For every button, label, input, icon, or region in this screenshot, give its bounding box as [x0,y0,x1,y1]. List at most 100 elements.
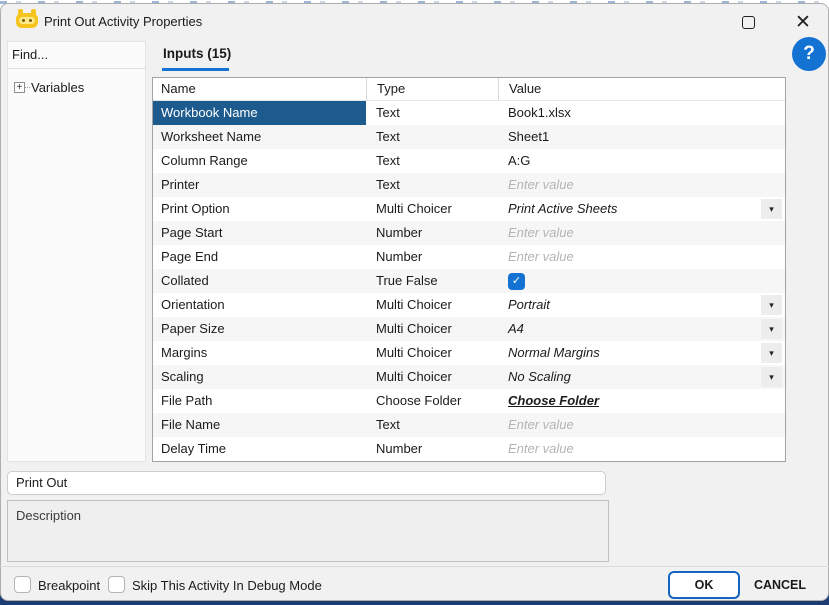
dropdown-button[interactable]: ▾ [761,319,782,339]
table-row[interactable]: Collated True False ✓ [153,269,785,293]
property-name-cell[interactable]: Workbook Name [153,101,366,125]
property-name-cell[interactable]: Print Option [153,197,366,221]
table-row[interactable]: Worksheet Name Text Sheet1 [153,125,785,149]
table-body: Workbook Name Text Book1.xlsx Worksheet Nam… [153,101,785,461]
property-type-cell: Text [376,129,400,144]
table-row[interactable]: Column Range Text A:G [153,149,785,173]
value-placeholder: Enter value [508,417,574,432]
property-value-cell[interactable]: Enter value [498,413,785,437]
property-name-cell[interactable]: Margins [153,341,366,365]
table-row[interactable]: Printer Text Enter value [153,173,785,197]
close-button[interactable]: ✕ [789,9,817,35]
variables-label: Variables [31,79,85,95]
table-row[interactable]: Margins Multi Choicer Normal Margins ▾ [153,341,785,365]
table-row[interactable]: Delay Time Number Enter value [153,437,785,461]
maximize-button[interactable] [735,11,761,33]
dropdown-button[interactable]: ▾ [761,295,782,315]
property-value-cell[interactable]: Enter value [498,173,785,197]
dropdown-button[interactable]: ▾ [761,367,782,387]
property-value-cell[interactable]: A:G [498,149,785,173]
property-type-cell: Number [376,225,423,240]
property-name-cell[interactable]: Scaling [153,365,366,389]
choose-folder-link[interactable]: Choose Folder [508,389,599,413]
properties-table: Name Type Value Workbook Name Text Book1.x… [152,77,786,462]
property-value-cell[interactable]: Sheet1 [498,125,785,149]
find-divider [8,68,145,69]
property-type-cell: Multi Choicer [376,345,452,360]
table-row[interactable]: File Path Choose Folder Choose Folder [153,389,785,413]
property-type-cell: Number [376,249,423,264]
table-header: Name Type Value [153,78,785,101]
value-placeholder: Enter value [508,441,574,456]
property-type-cell: Choose Folder [376,393,462,408]
description-textarea[interactable]: Description [7,500,609,562]
expand-plus-icon[interactable]: + [14,81,25,93]
property-type-cell: Text [376,177,400,192]
property-type-cell: True False [376,273,438,288]
value-placeholder: Enter value [508,249,574,264]
property-name-cell[interactable]: Printer [153,173,366,197]
property-type-cell: Text [376,105,400,120]
table-row[interactable]: Workbook Name Text Book1.xlsx [153,101,785,125]
breakpoint-checkbox[interactable] [14,576,31,593]
activity-name-input[interactable]: Print Out [7,471,606,495]
dropdown-button[interactable]: ▾ [761,199,782,219]
property-value-cell[interactable]: Normal Margins ▾ [498,341,785,365]
table-row[interactable]: Page Start Number Enter value [153,221,785,245]
property-type-cell: Multi Choicer [376,201,452,216]
table-row[interactable]: Print Option Multi Choicer Print Active Sh… [153,197,785,221]
sidebar-item-variables[interactable]: + Variables [14,78,84,96]
variables-sidebar: Find... + Variables [7,41,146,462]
property-name-cell[interactable]: Page End [153,245,366,269]
property-value-cell[interactable]: Portrait ▾ [498,293,785,317]
question-mark-icon: ? [803,43,815,64]
column-header-value: Value [498,78,785,100]
find-input[interactable]: Find... [11,47,143,68]
property-name-cell[interactable]: Paper Size [153,317,366,341]
property-type-cell: Text [376,153,400,168]
value-text: Book1.xlsx [508,105,571,120]
table-row[interactable]: Page End Number Enter value [153,245,785,269]
property-name-cell[interactable]: File Path [153,389,366,413]
ok-button[interactable]: OK [668,571,740,599]
table-row[interactable]: Paper Size Multi Choicer A4 ▾ [153,317,785,341]
value-checkbox[interactable]: ✓ [508,272,525,290]
property-name-cell[interactable]: Collated [153,269,366,293]
property-name-cell[interactable]: Orientation [153,293,366,317]
skip-debug-checkbox[interactable] [108,576,125,593]
table-row[interactable]: Orientation Multi Choicer Portrait ▾ [153,293,785,317]
property-value-cell[interactable]: Enter value [498,221,785,245]
property-value-cell[interactable]: ✓ [498,269,785,293]
property-value-cell[interactable]: Choose Folder [498,389,785,413]
property-name-cell[interactable]: Column Range [153,149,366,173]
value-text: Print Active Sheets [508,201,618,216]
value-placeholder: Enter value [508,177,574,192]
maximize-icon [741,15,755,29]
table-row[interactable]: File Name Text Enter value [153,413,785,437]
property-value-cell[interactable]: Enter value [498,245,785,269]
property-value-cell[interactable]: Enter value [498,437,785,461]
footer-divider [0,566,829,567]
property-name-cell[interactable]: Delay Time [153,437,366,461]
table-row[interactable]: Scaling Multi Choicer No Scaling ▾ [153,365,785,389]
value-text: Sheet1 [508,129,550,144]
column-header-name: Name [161,81,196,96]
property-type-cell: Text [376,417,400,432]
value-placeholder: Enter value [508,225,574,240]
property-name-cell[interactable]: Worksheet Name [153,125,366,149]
property-name-cell[interactable]: File Name [153,413,366,437]
value-text: A:G [508,153,531,168]
property-value-cell[interactable]: Print Active Sheets ▾ [498,197,785,221]
property-name-cell[interactable]: Page Start [153,221,366,245]
property-value-cell[interactable]: A4 ▾ [498,317,785,341]
window-title: Print Out Activity Properties [44,14,203,29]
property-type-cell: Multi Choicer [376,321,452,336]
cancel-button[interactable]: CANCEL [748,571,812,599]
help-button[interactable]: ? [792,37,826,71]
property-value-cell[interactable]: No Scaling ▾ [498,365,785,389]
property-value-cell[interactable]: Book1.xlsx [498,101,785,125]
close-icon: ✕ [795,11,811,33]
dropdown-button[interactable]: ▾ [761,343,782,363]
skip-debug-label: Skip This Activity In Debug Mode [132,578,322,593]
tab-inputs[interactable]: Inputs (15) [163,46,231,61]
